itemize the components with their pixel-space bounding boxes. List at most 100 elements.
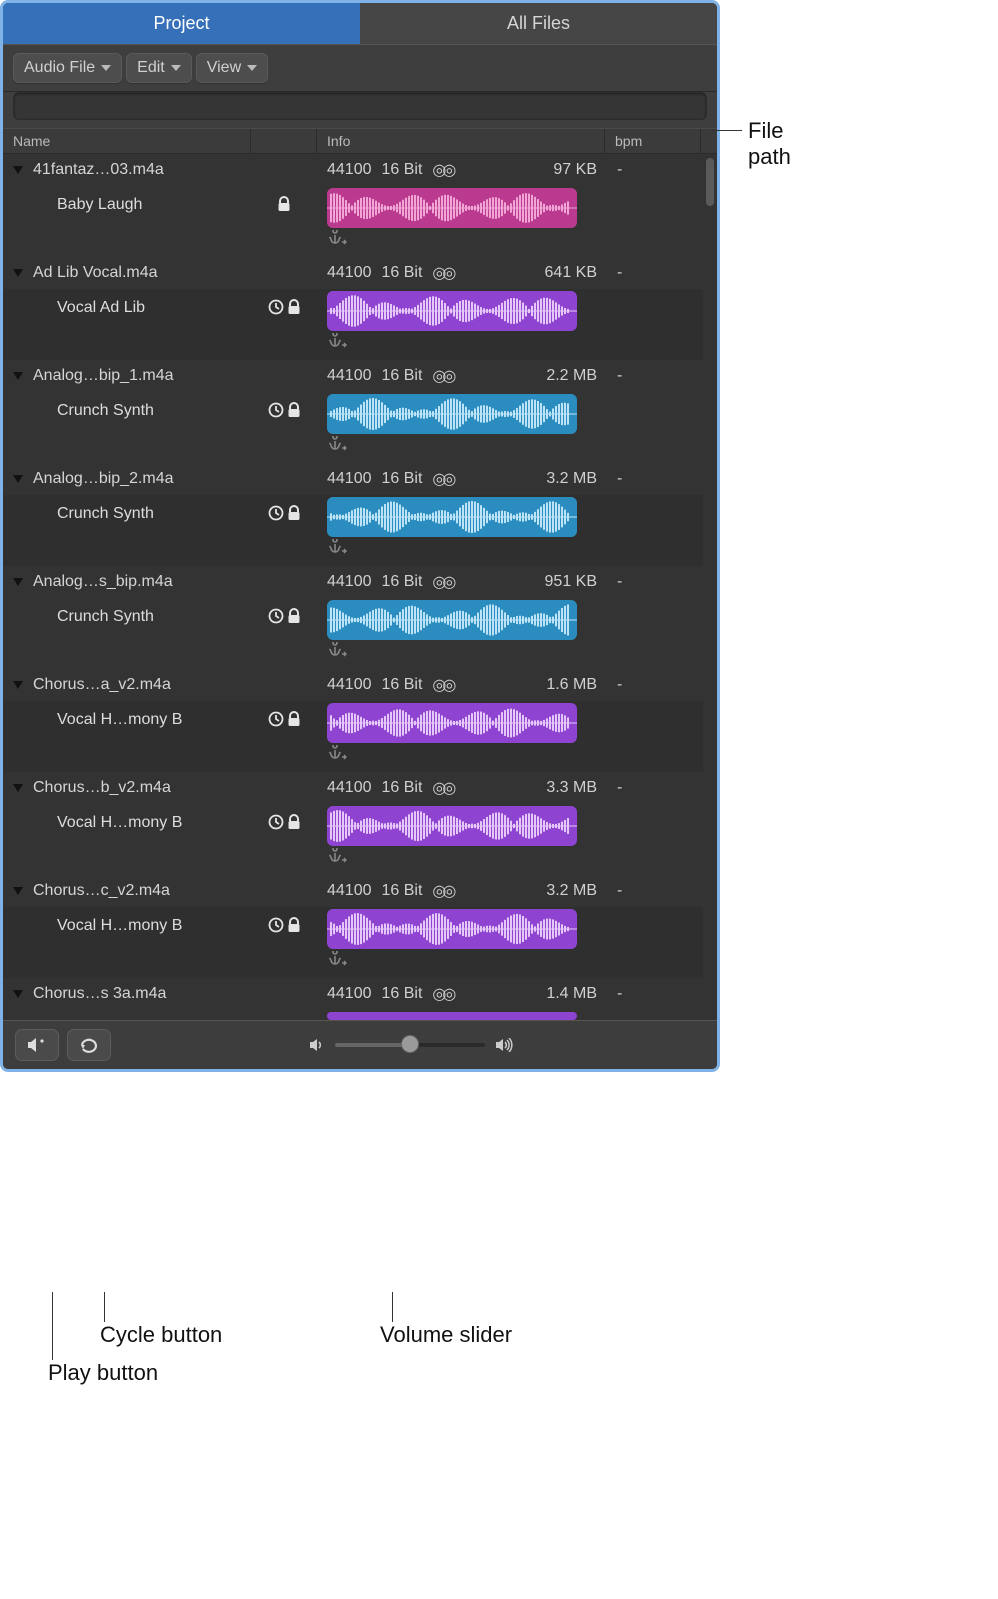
disclosure-triangle-icon[interactable] [13,475,23,483]
view-menu[interactable]: View [196,53,268,83]
region-row[interactable]: Crunch Synth [3,598,703,669]
menu-label: Audio File [24,59,95,77]
column-headers: Name Info bpm [3,128,717,154]
tab-all-files[interactable]: All Files [360,3,717,44]
file-row[interactable]: Analog…bip_1.m4a 4410016 Bit◎◎2.2 MB- [3,360,703,392]
region-name: Crunch Synth [3,600,251,626]
file-row[interactable]: Ad Lib Vocal.m4a4410016 Bit◎◎641 KB- [3,257,703,289]
waveform-preview[interactable] [327,188,577,228]
region-row[interactable]: Crunch Synth [3,392,703,463]
file-row[interactable]: Chorus…a_v2.m4a 4410016 Bit◎◎1.6 MB- [3,669,703,701]
file-bpm: - [607,161,703,179]
anchor-icon [329,745,347,761]
anchor-icon [329,436,347,452]
file-path-display[interactable] [13,92,707,120]
file-name: Chorus…c_v2.m4a [33,882,170,900]
disclosure-triangle-icon[interactable] [13,578,23,586]
file-name: Chorus…s 3a.m4a [33,985,166,1003]
file-name: Analog…bip_1.m4a [33,367,174,385]
disclosure-triangle-icon[interactable] [13,990,23,998]
disclosure-triangle-icon[interactable] [13,784,23,792]
disclosure-triangle-icon[interactable] [13,887,23,895]
file-info: 4410016 Bit◎◎2.2 MB [317,366,607,386]
region-row[interactable]: Baby Laugh [3,186,703,257]
anchor-icon [329,642,347,658]
chevron-down-icon [101,65,111,71]
file-list: 41fantaz…03.m4a4410016 Bit◎◎97 KB-Baby L… [3,154,703,1020]
volume-slider[interactable] [335,1043,485,1047]
disclosure-triangle-icon[interactable] [13,372,23,380]
file-bpm: - [607,779,703,797]
region-row[interactable]: Vocal H…mony B [3,907,703,978]
audio-file-menu[interactable]: Audio File [13,53,122,83]
region-row[interactable]: Crunch Synth [3,495,703,566]
region-name: Vocal H…mony B [3,806,251,832]
waveform-preview[interactable] [327,1012,577,1020]
callout-file-path: File path [748,118,791,170]
scrollbar-thumb[interactable] [706,158,714,206]
file-bpm: - [607,676,703,694]
stereo-icon: ◎◎ [432,881,452,901]
file-name: Chorus…a_v2.m4a [33,676,171,694]
file-info: 4410016 Bit◎◎1.6 MB [317,675,607,695]
slider-knob[interactable] [401,1035,419,1053]
column-bpm[interactable]: bpm [605,129,701,153]
stereo-icon: ◎◎ [432,572,452,592]
file-info: 4410016 Bit◎◎97 KB [317,160,607,180]
disclosure-triangle-icon[interactable] [13,681,23,689]
region-status-icons [251,703,317,727]
menu-label: Edit [137,59,165,77]
cycle-button[interactable] [67,1029,111,1061]
volume-control [309,1038,515,1052]
scrollbar[interactable] [703,154,717,1020]
region-row[interactable]: Vocal H…mony B [3,701,703,772]
file-bpm: - [607,985,703,1003]
waveform-preview[interactable] [327,497,577,537]
play-button[interactable] [15,1029,59,1061]
region-name: Vocal H…mony B [3,703,251,729]
waveform-preview[interactable] [327,703,577,743]
file-row[interactable]: Analog…bip_2.m4a4410016 Bit◎◎3.2 MB- [3,463,703,495]
column-info[interactable]: Info [317,129,605,153]
region-row[interactable]: Vocal Ad Lib [3,289,703,360]
file-row[interactable]: Analog…s_bip.m4a4410016 Bit◎◎951 KB- [3,566,703,598]
region-name: Baby Laugh [3,188,251,214]
disclosure-triangle-icon[interactable] [13,166,23,174]
menu-label: View [207,59,241,77]
footer-controls [3,1020,717,1069]
file-row[interactable]: 41fantaz…03.m4a4410016 Bit◎◎97 KB- [3,154,703,186]
anchor-icon [329,230,347,246]
stereo-icon: ◎◎ [432,469,452,489]
file-row[interactable]: Chorus…b_v2.m4a4410016 Bit◎◎3.3 MB- [3,772,703,804]
file-info: 4410016 Bit◎◎951 KB [317,572,607,592]
callout-volume: Volume slider [380,1322,512,1348]
stereo-icon: ◎◎ [432,984,452,1004]
file-bpm: - [607,264,703,282]
waveform-preview[interactable] [327,806,577,846]
region-status-icons [251,909,317,933]
waveform-preview[interactable] [327,394,577,434]
disclosure-triangle-icon[interactable] [13,269,23,277]
region-name: Crunch Synth [3,394,251,420]
region-row[interactable]: Vocal H…mony B [3,804,703,875]
chevron-down-icon [247,65,257,71]
slider-fill [335,1043,410,1047]
callout-cycle: Cycle button [100,1322,222,1348]
file-row[interactable]: Chorus…s 3a.m4a4410016 Bit◎◎1.4 MB- [3,978,703,1010]
anchor-icon [329,951,347,967]
waveform-preview[interactable] [327,600,577,640]
waveform-preview[interactable] [327,909,577,949]
region-status-icons [251,806,317,830]
waveform-preview[interactable] [327,291,577,331]
file-bpm: - [607,367,703,385]
file-row[interactable]: Chorus…c_v2.m4a4410016 Bit◎◎3.2 MB- [3,875,703,907]
column-status[interactable] [251,129,317,153]
column-name[interactable]: Name [3,129,251,153]
tab-project[interactable]: Project [3,3,360,44]
file-name: Analog…s_bip.m4a [33,573,173,591]
anchor-icon [329,848,347,864]
cycle-icon [78,1036,100,1054]
region-name: Vocal H…mony B [3,909,251,935]
toolbar: Audio File Edit View [3,44,717,92]
edit-menu[interactable]: Edit [126,53,192,83]
